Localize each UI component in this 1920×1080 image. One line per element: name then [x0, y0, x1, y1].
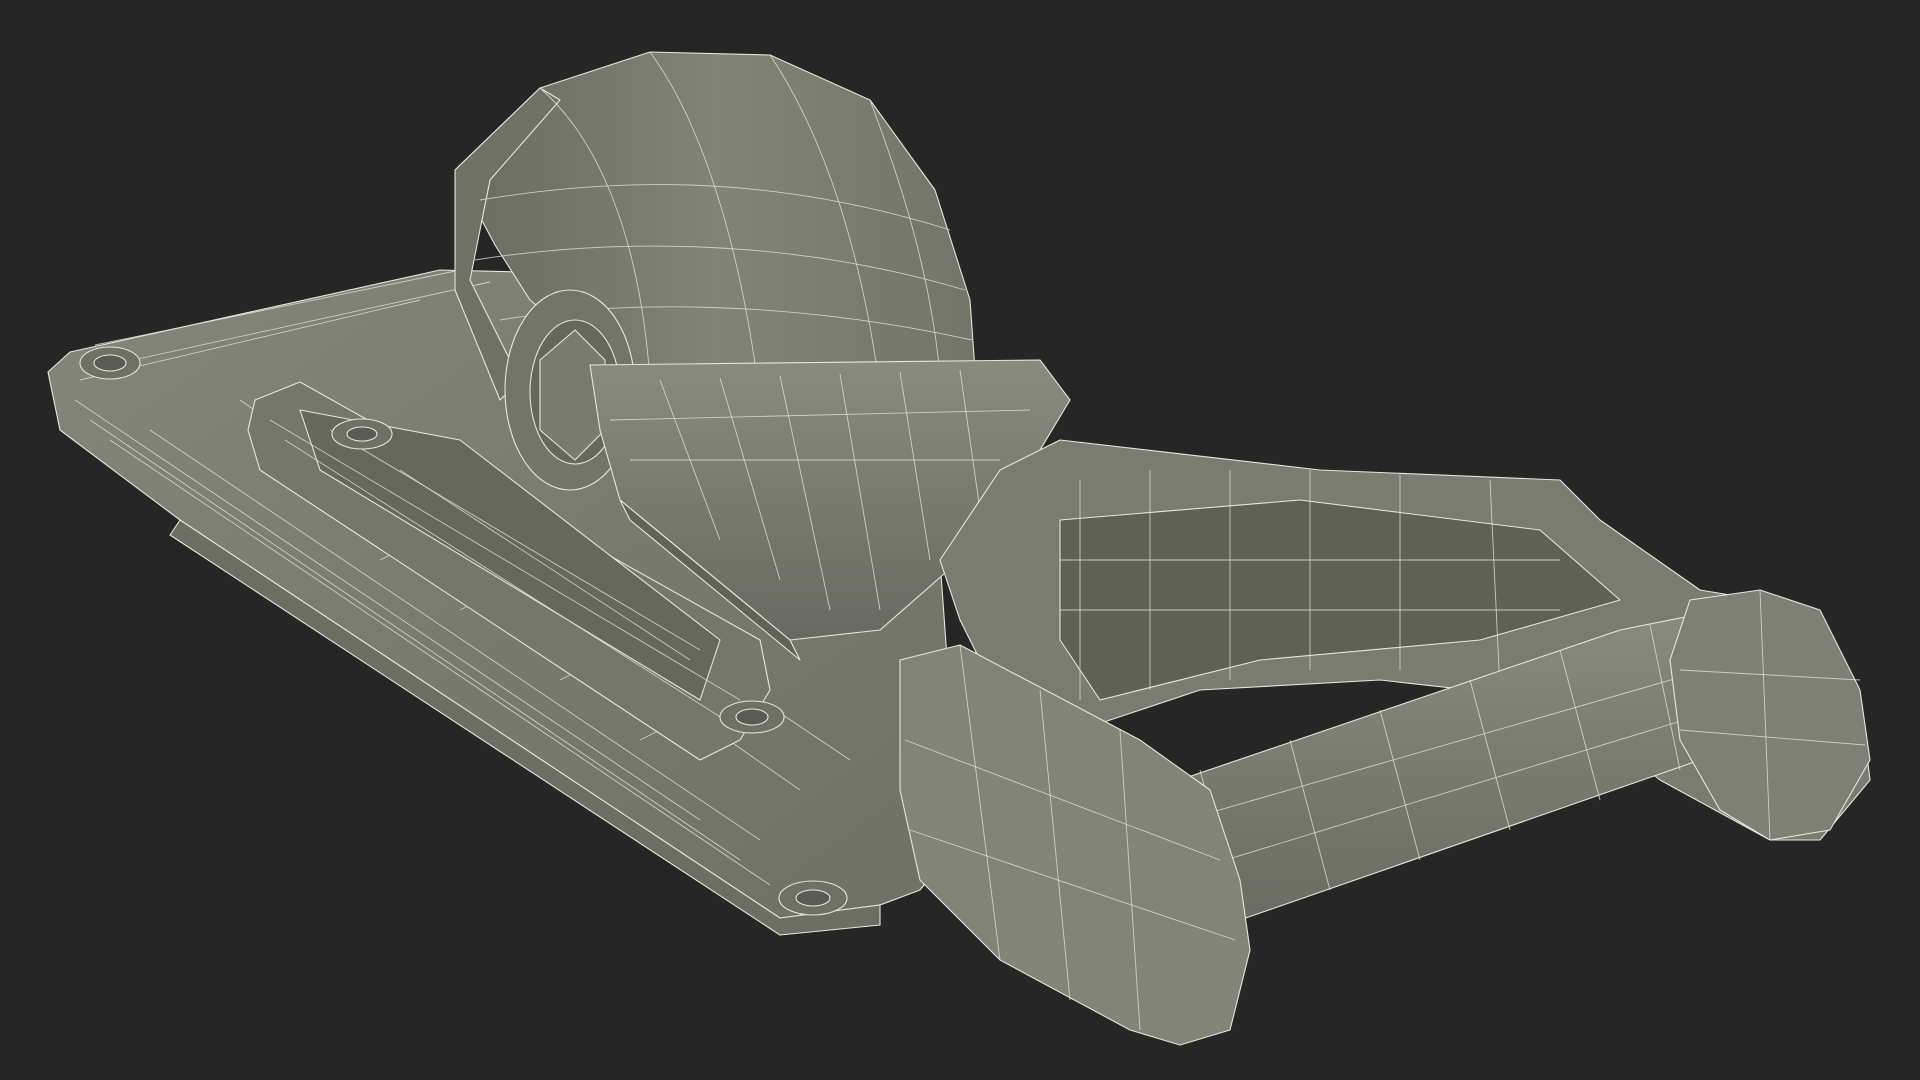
- screw-hole-icon: [79, 346, 141, 380]
- screw-hole-icon: [778, 880, 848, 916]
- handle-end-block-right: [1669, 589, 1871, 841]
- screw-hole-icon: [719, 700, 785, 734]
- wireframe-model-render: [47, 51, 1871, 1046]
- screw-hole-icon: [331, 418, 393, 450]
- render-viewport: [0, 0, 1920, 1080]
